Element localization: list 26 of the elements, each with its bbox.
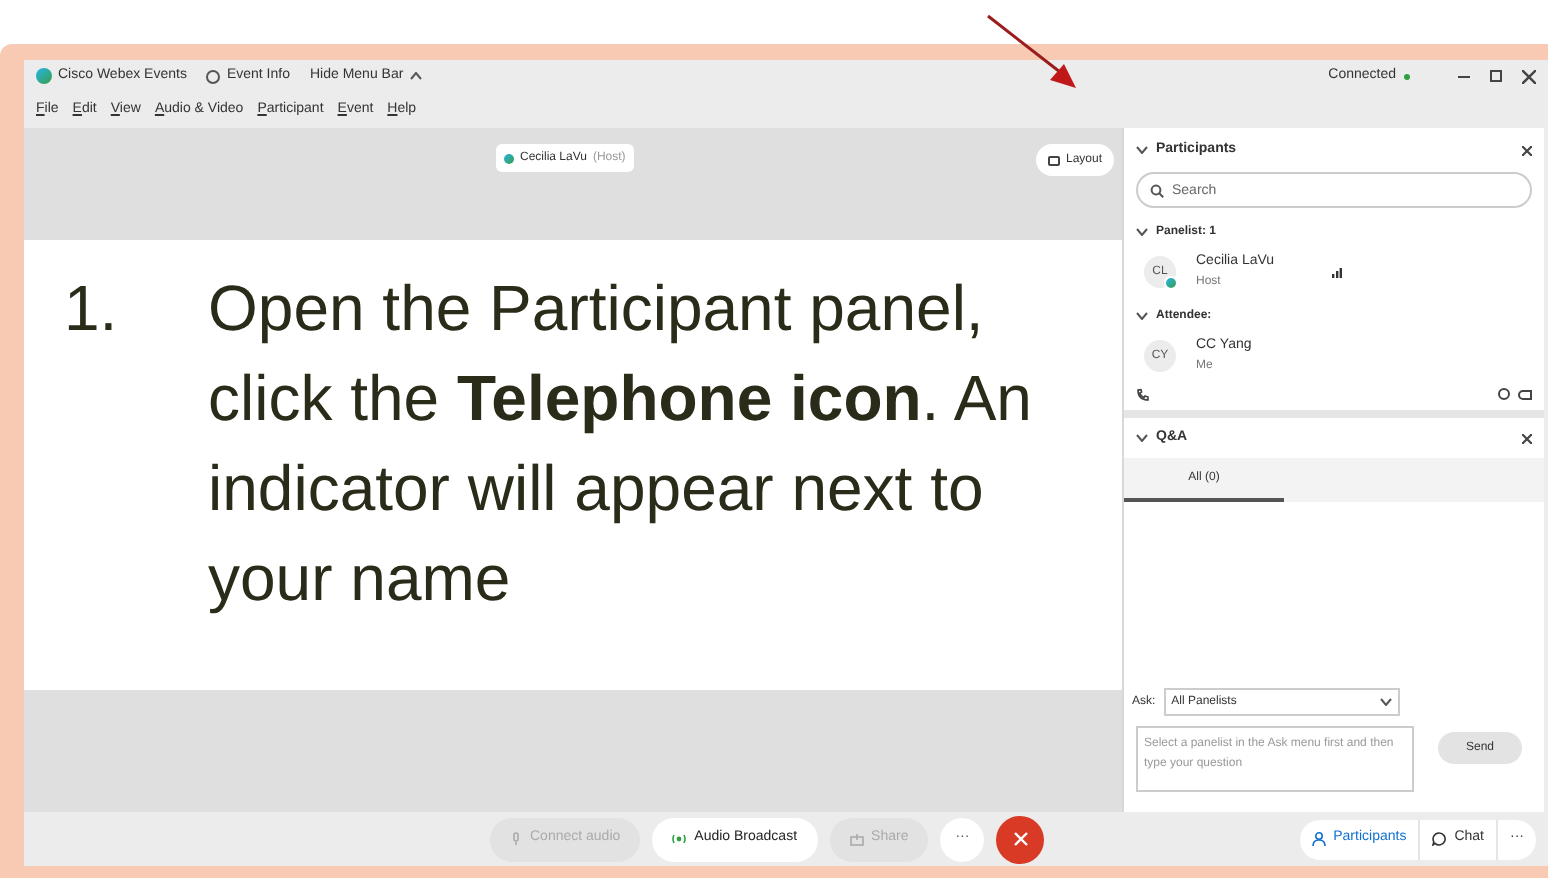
annotation-arrow [984, 12, 1080, 92]
close-icon[interactable] [1522, 145, 1532, 155]
person-icon [1311, 832, 1326, 846]
microphone-icon [510, 832, 522, 846]
chevron-down-icon[interactable] [1136, 312, 1148, 320]
app-logo-icon [36, 68, 52, 84]
caret-up-icon [409, 72, 422, 80]
share-icon [849, 833, 864, 845]
end-call-button[interactable] [996, 815, 1045, 863]
chevron-down-icon [1136, 434, 1148, 442]
chevron-down-icon[interactable] [1136, 228, 1148, 236]
minimize-icon[interactable] [1458, 75, 1470, 77]
search-icon [1150, 184, 1164, 198]
slide-text: Open the Participant panel, click the Telephone icon. An indicator will appear next to your name [208, 270, 1034, 618]
chevron-down-icon [1379, 698, 1392, 706]
chat-bubble-icon [1432, 832, 1447, 846]
phone-icon[interactable] [1136, 387, 1150, 401]
layout-icon [1047, 155, 1060, 165]
chevron-down-icon [1136, 146, 1148, 154]
webex-badge-icon [504, 153, 514, 163]
list-number: 1. [62, 270, 120, 348]
close-icon [1013, 832, 1028, 846]
broadcast-icon [672, 834, 687, 844]
close-icon[interactable] [1522, 69, 1536, 83]
close-icon[interactable] [1522, 433, 1532, 443]
restore-icon[interactable] [1490, 70, 1502, 82]
